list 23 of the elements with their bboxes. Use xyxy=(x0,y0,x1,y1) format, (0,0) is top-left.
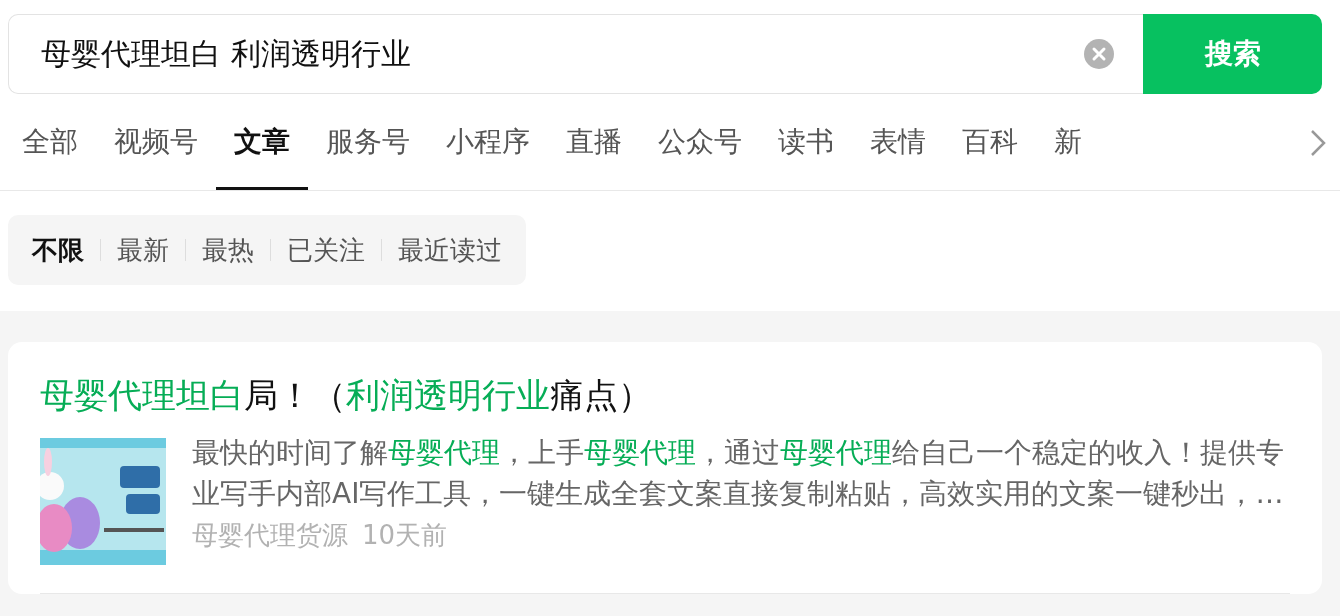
tab[interactable]: 新 xyxy=(1036,94,1100,190)
tab[interactable]: 文章 xyxy=(216,94,308,190)
clear-icon[interactable] xyxy=(1083,38,1115,70)
filter-option[interactable]: 最近读过 xyxy=(382,232,518,268)
tab[interactable]: 视频号 xyxy=(96,94,216,190)
tab[interactable]: 服务号 xyxy=(308,94,428,190)
tab[interactable]: 公众号 xyxy=(640,94,760,190)
tab[interactable]: 读书 xyxy=(760,94,852,190)
search-field[interactable]: 母婴代理坦白 利润透明行业 xyxy=(8,14,1143,94)
filter-option[interactable]: 不限 xyxy=(16,232,100,268)
tab[interactable]: 百科 xyxy=(944,94,1036,190)
result-card[interactable]: 母婴代理坦白 局！（利润透明行业痛点） 最快的时间了解母婴代理，上手母婴代理，通过母婴代理给自己一个稳定的收入！提供专业写手内部AI写作工具，一键生成全套文案直接复制粘贴，高效实用的文案一键秒出，… 母婴代理货源 10天前 xyxy=(8,342,1322,594)
tab[interactable]: 表情 xyxy=(852,94,944,190)
tab[interactable]: 直播 xyxy=(548,94,640,190)
result-description: 最快的时间了解母婴代理，上手母婴代理，通过母婴代理给自己一个稳定的收入！提供专业写手内部AI写作工具，一键生成全套文案直接复制粘贴，高效实用的文案一键秒出，… xyxy=(192,435,1285,512)
filter-option[interactable]: 最热 xyxy=(186,232,270,268)
filter-option[interactable]: 最新 xyxy=(101,232,185,268)
tab[interactable]: 小程序 xyxy=(428,94,548,190)
result-title[interactable]: 母婴代理坦白 局！（利润透明行业痛点） xyxy=(40,370,1290,420)
publish-time: 10天前 xyxy=(362,519,448,552)
search-query: 母婴代理坦白 利润透明行业 xyxy=(41,34,412,73)
tab[interactable]: 全部 xyxy=(4,94,96,190)
filter-option[interactable]: 已关注 xyxy=(271,232,381,268)
